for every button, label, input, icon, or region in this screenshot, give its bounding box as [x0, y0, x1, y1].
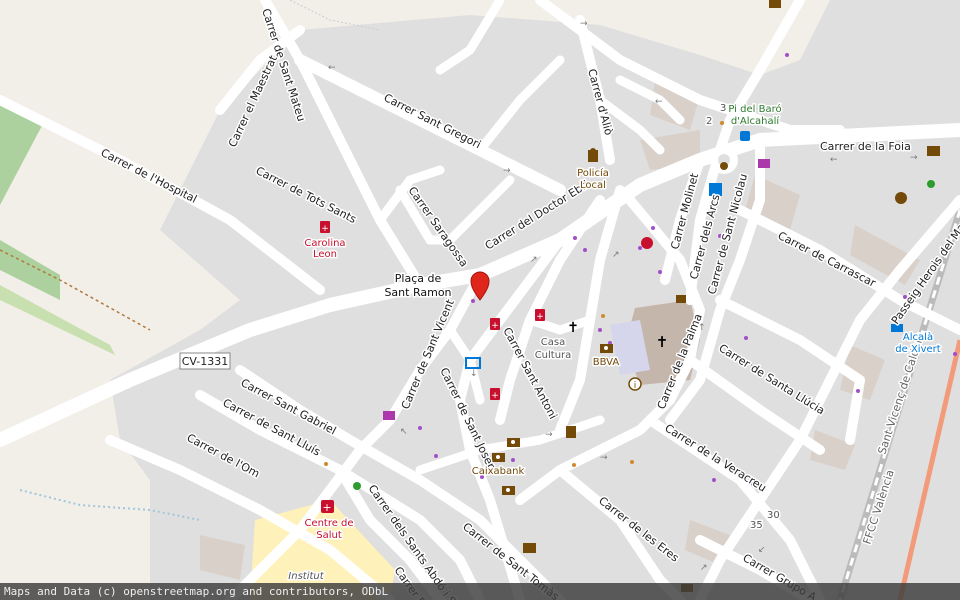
info-icon[interactable]: i [628, 377, 642, 391]
svg-text:↙: ↙ [758, 545, 766, 555]
poi-label: d'Alcahalí [731, 115, 781, 127]
svg-text:→: → [580, 19, 588, 29]
bank-icon[interactable] [600, 344, 613, 353]
svg-text:→: → [545, 430, 553, 440]
house-number: 35 [750, 520, 763, 531]
svg-text:↗: ↗ [612, 250, 620, 260]
pharmacy-icon[interactable]: + [535, 309, 545, 322]
poi-label: Policía [577, 167, 609, 179]
svg-text:↓: ↓ [470, 369, 478, 379]
road-shield-label: CV-1331 [182, 355, 229, 368]
poi-label: Caixabank [472, 466, 525, 477]
pharmacy-icon[interactable]: + [320, 221, 330, 234]
poi-label: Carolina [304, 238, 345, 249]
shop-icon[interactable] [383, 411, 395, 420]
poi-label: Alcalà [903, 331, 933, 343]
hut-icon[interactable] [769, 0, 781, 8]
theatre-icon[interactable] [895, 192, 907, 204]
library-icon[interactable] [927, 146, 940, 156]
svg-text:+: + [321, 224, 329, 234]
place-label: Sant Ramon [384, 286, 451, 299]
house-number: 3 [720, 103, 726, 114]
vet-icon[interactable] [641, 237, 653, 249]
svg-text:i: i [634, 381, 637, 391]
svg-text:→: → [600, 453, 608, 463]
poi-label: Institut [288, 571, 324, 582]
church-cross-icon[interactable]: ✝ [656, 333, 669, 351]
map-canvas[interactable]: ← → ← → ← → ↗ ↗ ↖ → → ↘ ↑ ↙ ↓ ↗ + + + + … [0, 0, 960, 600]
library-icon[interactable] [523, 543, 536, 553]
place-label: Plaça de [395, 272, 442, 285]
bank-icon[interactable] [502, 486, 515, 495]
memorial-icon[interactable] [566, 426, 576, 438]
poi-label: Cultura [535, 350, 572, 361]
street-label: Carrer de la Foia [820, 140, 911, 153]
poi-label: BBVA [593, 357, 620, 368]
svg-text:+: + [536, 312, 544, 322]
svg-text:+: + [322, 501, 331, 514]
svg-text:+: + [491, 391, 499, 401]
house-number: 30 [767, 510, 780, 521]
svg-text:→: → [503, 166, 511, 176]
poi-label: de Xivert [895, 344, 940, 355]
bank-icon[interactable] [507, 438, 520, 447]
pharmacy-icon[interactable]: + [490, 318, 500, 331]
map-view[interactable]: ← → ← → ← → ↗ ↗ ↖ → → ↘ ↑ ↙ ↓ ↗ + + + + … [0, 0, 960, 600]
map-attribution: Maps and Data (c) openstreetmap.org and … [0, 583, 960, 600]
svg-text:→: → [910, 153, 918, 163]
svg-text:↗: ↗ [700, 563, 708, 573]
cafe-icon[interactable] [676, 295, 686, 303]
poi-label: Salut [316, 530, 342, 541]
road-shield: CV-1331 [179, 352, 231, 370]
svg-text:←: ← [655, 97, 663, 107]
fountain-icon[interactable] [720, 162, 728, 170]
svg-text:↗: ↗ [530, 255, 538, 265]
svg-text:+: + [491, 321, 499, 331]
hospital-icon[interactable]: + [321, 500, 334, 514]
pharmacy-icon[interactable]: + [490, 388, 500, 401]
poi-label: Leon [313, 249, 337, 260]
police-icon[interactable] [588, 148, 598, 162]
poi-label: Local [580, 180, 606, 191]
church-cross-icon[interactable]: ✝ [567, 320, 579, 336]
svg-text:↖: ↖ [400, 427, 408, 437]
svg-text:←: ← [830, 155, 838, 165]
house-number: 2 [706, 116, 712, 127]
bus-stop-icon[interactable] [740, 131, 750, 141]
shop-icon[interactable] [758, 159, 770, 168]
svg-text:←: ← [328, 63, 336, 73]
poi-label: Casa [541, 337, 565, 348]
poi-label: Pi del Baró [728, 103, 781, 115]
poi-label: Centre de [304, 518, 353, 529]
